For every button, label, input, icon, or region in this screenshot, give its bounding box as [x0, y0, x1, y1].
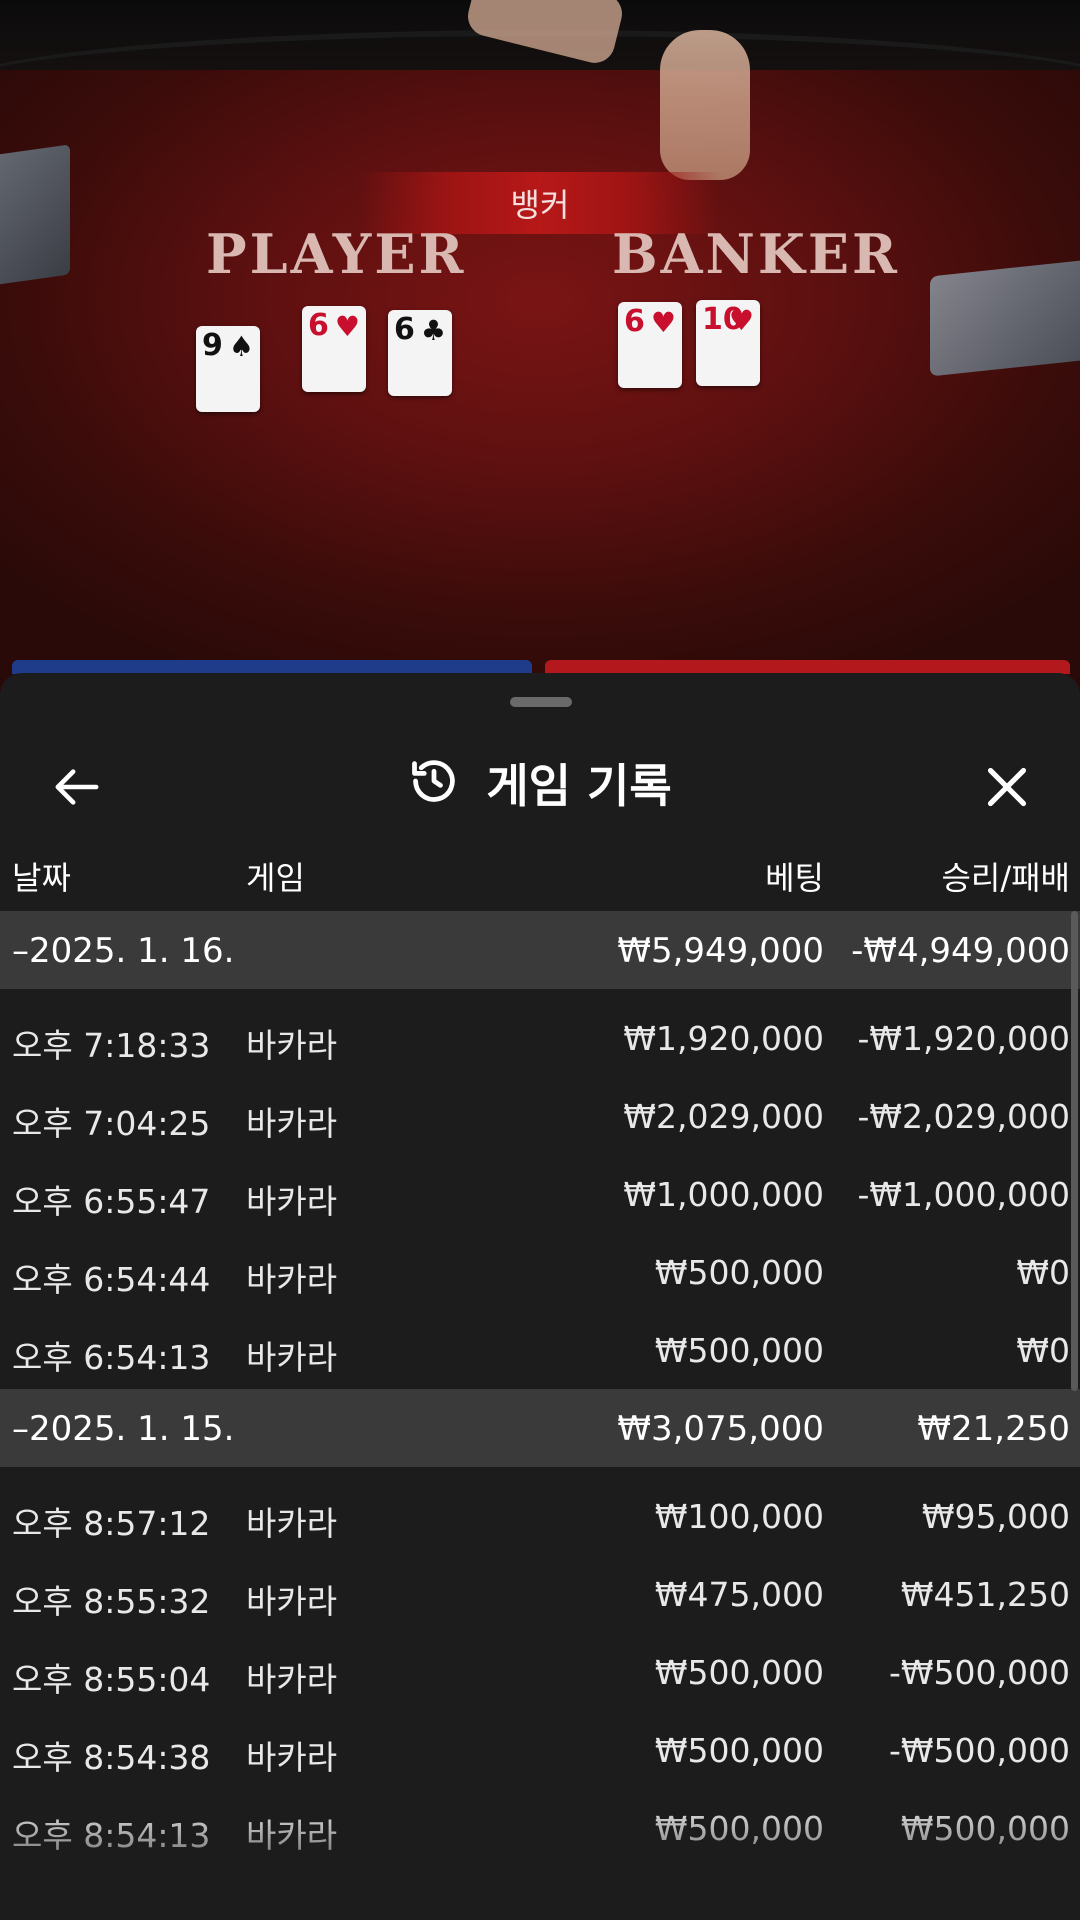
- history-row[interactable]: 오후 7:04:25 바카라 ₩2,029,000 -₩2,029,000: [0, 1077, 1080, 1155]
- history-list: –2025. 1. 16. ₩5,949,000 -₩4,949,000 오후 …: [0, 911, 1080, 1867]
- row-bet: ₩1,920,000: [623, 1019, 824, 1058]
- row-game: 바카라: [246, 1260, 338, 1299]
- card-suit: ♥: [650, 306, 676, 339]
- row-result: ₩500,000: [900, 1809, 1070, 1848]
- card-rank: 9: [202, 328, 223, 363]
- group-date: –2025. 1. 16.: [12, 931, 235, 971]
- history-row[interactable]: 오후 6:54:13 바카라 ₩500,000 ₩0: [0, 1311, 1080, 1389]
- row-result: -₩500,000: [888, 1653, 1070, 1692]
- title-group: 게임 기록: [0, 728, 1080, 838]
- banker-label: BANKER: [612, 222, 900, 286]
- group-bet-total: ₩3,075,000: [617, 1409, 824, 1449]
- row-bet: ₩500,000: [654, 1331, 824, 1370]
- row-game: 바카라: [246, 1504, 338, 1543]
- row-result: ₩451,250: [900, 1575, 1070, 1614]
- row-game: 바카라: [246, 1582, 338, 1621]
- history-row[interactable]: 오후 6:54:44 바카라 ₩500,000 ₩0: [0, 1233, 1080, 1311]
- row-game: 바카라: [246, 1338, 338, 1377]
- row-game: 바카라: [246, 1104, 338, 1143]
- row-bet: ₩475,000: [654, 1575, 824, 1614]
- row-result: ₩0: [1016, 1331, 1070, 1370]
- row-time: 오후 8:54:13: [12, 1816, 211, 1855]
- row-time: 오후 6:54:44: [12, 1260, 211, 1299]
- history-icon: [408, 755, 460, 811]
- card-shoe-left: [0, 144, 70, 286]
- date-group-header[interactable]: –2025. 1. 16. ₩5,949,000 -₩4,949,000: [0, 911, 1080, 989]
- row-game: 바카라: [246, 1660, 338, 1699]
- column-header-bet: 베팅: [765, 859, 824, 897]
- live-table-video: 뱅커 PLAYER BANKER 9 ♠ 6 ♥ 6 ♣ 6 ♥ 10 ♥: [0, 0, 1080, 700]
- row-time: 오후 8:55:32: [12, 1582, 211, 1621]
- row-result: -₩1,000,000: [857, 1175, 1071, 1214]
- card-shoe-right: [930, 259, 1080, 377]
- arrow-left-icon: [54, 767, 100, 811]
- row-time: 오후 6:55:47: [12, 1182, 211, 1221]
- history-row[interactable]: 오후 8:55:04 바카라 ₩500,000 -₩500,000: [0, 1633, 1080, 1711]
- history-row[interactable]: 오후 8:54:13 바카라 ₩500,000 ₩500,000: [0, 1789, 1080, 1867]
- card-rank: 6: [308, 308, 329, 343]
- row-time: 오후 8:55:04: [12, 1660, 211, 1699]
- history-row[interactable]: 오후 8:54:38 바카라 ₩500,000 -₩500,000: [0, 1711, 1080, 1789]
- column-headers: 날짜 게임 베팅 승리/패배: [0, 843, 1080, 903]
- row-bet: ₩100,000: [654, 1497, 824, 1536]
- history-row[interactable]: 오후 8:55:32 바카라 ₩475,000 ₩451,250: [0, 1555, 1080, 1633]
- history-row[interactable]: 오후 8:57:12 바카라 ₩100,000 ₩95,000: [0, 1477, 1080, 1555]
- row-time: 오후 8:57:12: [12, 1504, 211, 1543]
- row-bet: ₩500,000: [654, 1253, 824, 1292]
- row-bet: ₩500,000: [654, 1653, 824, 1692]
- player-label: PLAYER: [206, 222, 467, 286]
- group-win-total: -₩4,949,000: [851, 931, 1070, 971]
- column-header-game: 게임: [246, 859, 305, 897]
- row-game: 바카라: [246, 1182, 338, 1221]
- player-bet-area[interactable]: [12, 660, 532, 674]
- row-result: -₩1,920,000: [857, 1019, 1071, 1058]
- banker-bet-area[interactable]: [545, 660, 1070, 674]
- row-result: -₩500,000: [888, 1731, 1070, 1770]
- row-time: 오후 7:18:33: [12, 1026, 211, 1065]
- playing-card: 10 ♥: [696, 300, 760, 386]
- date-group-header[interactable]: –2025. 1. 15. ₩3,075,000 ₩21,250: [0, 1389, 1080, 1467]
- row-bet: ₩2,029,000: [623, 1097, 824, 1136]
- row-time: 오후 7:04:25: [12, 1104, 211, 1143]
- playing-card: 9 ♠: [196, 326, 260, 412]
- group-win-total: ₩21,250: [917, 1409, 1070, 1449]
- sheet-title: 게임 기록: [486, 759, 672, 813]
- history-row[interactable]: 오후 6:55:47 바카라 ₩1,000,000 -₩1,000,000: [0, 1155, 1080, 1233]
- scrollbar[interactable]: [1071, 911, 1078, 1391]
- row-time: 오후 8:54:38: [12, 1738, 211, 1777]
- close-icon: [985, 765, 1029, 813]
- playing-card: 6 ♥: [302, 306, 366, 392]
- group-bet-total: ₩5,949,000: [617, 931, 824, 971]
- dealer-hand: [660, 30, 750, 180]
- row-bet: ₩1,000,000: [623, 1175, 824, 1214]
- history-row[interactable]: 오후 7:18:33 바카라 ₩1,920,000 -₩1,920,000: [0, 999, 1080, 1077]
- drag-handle[interactable]: [510, 697, 572, 707]
- card-suit: ♠: [228, 330, 254, 363]
- row-game: 바카라: [246, 1816, 338, 1855]
- card-rank: 6: [624, 304, 645, 339]
- row-result: ₩0: [1016, 1253, 1070, 1292]
- row-result: ₩95,000: [921, 1497, 1070, 1536]
- card-suit: ♥: [334, 310, 360, 343]
- group-date: –2025. 1. 15.: [12, 1409, 235, 1449]
- playing-card: 6 ♥: [618, 302, 682, 388]
- column-header-date: 날짜: [12, 859, 71, 897]
- row-bet: ₩500,000: [654, 1731, 824, 1770]
- card-suit: ♣: [420, 314, 446, 347]
- game-history-sheet: 게임 기록 날짜 게임 베팅 승리/패배 –2025. 1. 16. ₩5,94…: [0, 673, 1080, 1920]
- card-suit: ♥: [728, 304, 754, 337]
- row-time: 오후 6:54:13: [12, 1338, 211, 1377]
- row-game: 바카라: [246, 1738, 338, 1777]
- close-button[interactable]: [972, 754, 1042, 824]
- card-rank: 6: [394, 312, 415, 347]
- sheet-header: 게임 기록: [0, 728, 1080, 838]
- column-header-win-loss: 승리/패배: [941, 859, 1070, 897]
- row-bet: ₩500,000: [654, 1809, 824, 1848]
- row-game: 바카라: [246, 1026, 338, 1065]
- back-button[interactable]: [42, 754, 112, 824]
- playing-card: 6 ♣: [388, 310, 452, 396]
- row-result: -₩2,029,000: [857, 1097, 1071, 1136]
